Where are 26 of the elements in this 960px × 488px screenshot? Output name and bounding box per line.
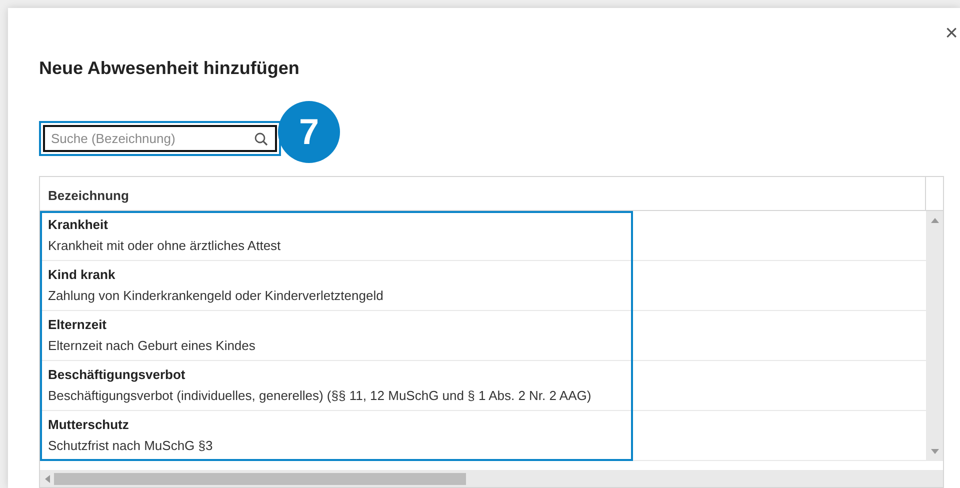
table-row[interactable]: Kind krank Zahlung von Kinderkrankengeld oder Kinderverletztengeld xyxy=(40,261,926,311)
table-row[interactable]: Beschäftigungsverbot Beschäftigungsverbot (individuelles, generelles) (§§ 11, 12 MuSchG und § 1 Abs. 2 Nr. 2 AAG) xyxy=(40,361,926,411)
absence-title: Krankheit xyxy=(48,217,109,232)
search-icon xyxy=(254,132,268,146)
absence-title: Mutterschutz xyxy=(48,417,130,432)
close-button[interactable]: × xyxy=(941,22,960,44)
absence-title: Kind krank xyxy=(48,267,116,282)
scrollbar-thumb[interactable] xyxy=(54,472,466,484)
column-header[interactable]: Bezeichnung xyxy=(40,177,925,210)
absence-title: Beschäftigungsverbot xyxy=(48,367,186,382)
horizontal-scrollbar[interactable] xyxy=(40,470,943,487)
absence-description: Elternzeit nach Geburt eines Kindes xyxy=(48,338,256,353)
absence-description: Schutzfrist nach MuSchG §3 xyxy=(48,438,214,453)
table-row[interactable]: Krankheit Krankheit mit oder ohne ärztliches Attest xyxy=(40,211,926,261)
table-row[interactable]: Elternzeit Elternzeit nach Geburt eines Kindes xyxy=(40,311,926,361)
absence-description: Zahlung von Kinderkrankengeld oder Kinderverletztengeld xyxy=(48,288,384,303)
scroll-left-icon[interactable] xyxy=(44,474,50,482)
dialog-title: Neue Abwesenheit hinzufügen xyxy=(39,58,300,79)
vertical-scrollbar[interactable] xyxy=(926,211,943,461)
scroll-down-icon[interactable] xyxy=(930,449,938,455)
absence-title: Elternzeit xyxy=(48,317,108,332)
search-field[interactable]: Suche (Bezeichnung) xyxy=(43,124,277,152)
absence-description: Krankheit mit oder ohne ärztliches Attest xyxy=(48,238,282,253)
absence-description: Beschäftigungsverbot (individuelles, generelles) (§§ 11, 12 MuSchG und § 1 Abs. 2 Nr. 2 AAG) xyxy=(48,388,592,403)
step-badge: 7 xyxy=(278,101,340,163)
scroll-up-icon[interactable] xyxy=(930,217,938,223)
